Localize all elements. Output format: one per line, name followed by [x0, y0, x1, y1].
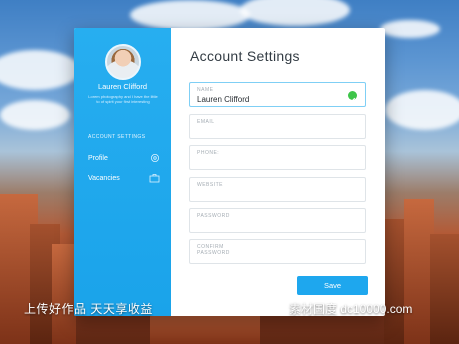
field-label: PASSWORD: [197, 213, 230, 219]
website-field[interactable]: WEBSITE: [189, 177, 366, 202]
field-label: CONFIRM PASSWORD: [197, 244, 230, 256]
sidebar: Lauren Clifford Lorem photography and I …: [74, 28, 171, 316]
save-button[interactable]: Save: [297, 276, 368, 295]
field-value: Lauren Clifford: [197, 95, 250, 104]
avatar: [105, 44, 141, 80]
field-label: EMAIL: [197, 119, 215, 125]
user-bio: Lorem photography and I have the little …: [88, 94, 158, 104]
phone-field[interactable]: PHONE:: [189, 145, 366, 170]
sidebar-item-profile[interactable]: Profile: [88, 151, 160, 165]
email-field[interactable]: EMAIL: [189, 114, 366, 139]
check-icon: [348, 91, 357, 102]
user-name: Lauren Clifford: [97, 82, 148, 91]
field-label: NAME: [197, 87, 214, 93]
sidebar-item-label: Vacancies: [88, 174, 120, 182]
briefcase-icon: [149, 173, 160, 183]
account-settings-card: Lauren Clifford Lorem photography and I …: [74, 28, 385, 316]
password-field[interactable]: PASSWORD: [189, 208, 366, 233]
watermark-right: 素材国度 dc10000.com: [289, 302, 413, 316]
sidebar-item-vacancies[interactable]: Vacancies: [88, 171, 160, 185]
watermark-left: 上传好作品 天天享收益: [24, 302, 153, 316]
sidebar-item-label: Profile: [88, 154, 108, 162]
page-title: Account Settings: [190, 48, 300, 64]
confirm-password-field[interactable]: CONFIRM PASSWORD: [189, 239, 366, 264]
sidebar-section-heading: ACCOUNT SETTINGS: [88, 134, 146, 140]
field-label: WEBSITE: [197, 182, 224, 188]
name-field[interactable]: NAME Lauren Clifford: [189, 82, 366, 107]
field-label: PHONE:: [197, 150, 220, 156]
main-panel: Account Settings NAME Lauren Clifford EM…: [171, 28, 385, 316]
gear-icon: [150, 153, 160, 163]
